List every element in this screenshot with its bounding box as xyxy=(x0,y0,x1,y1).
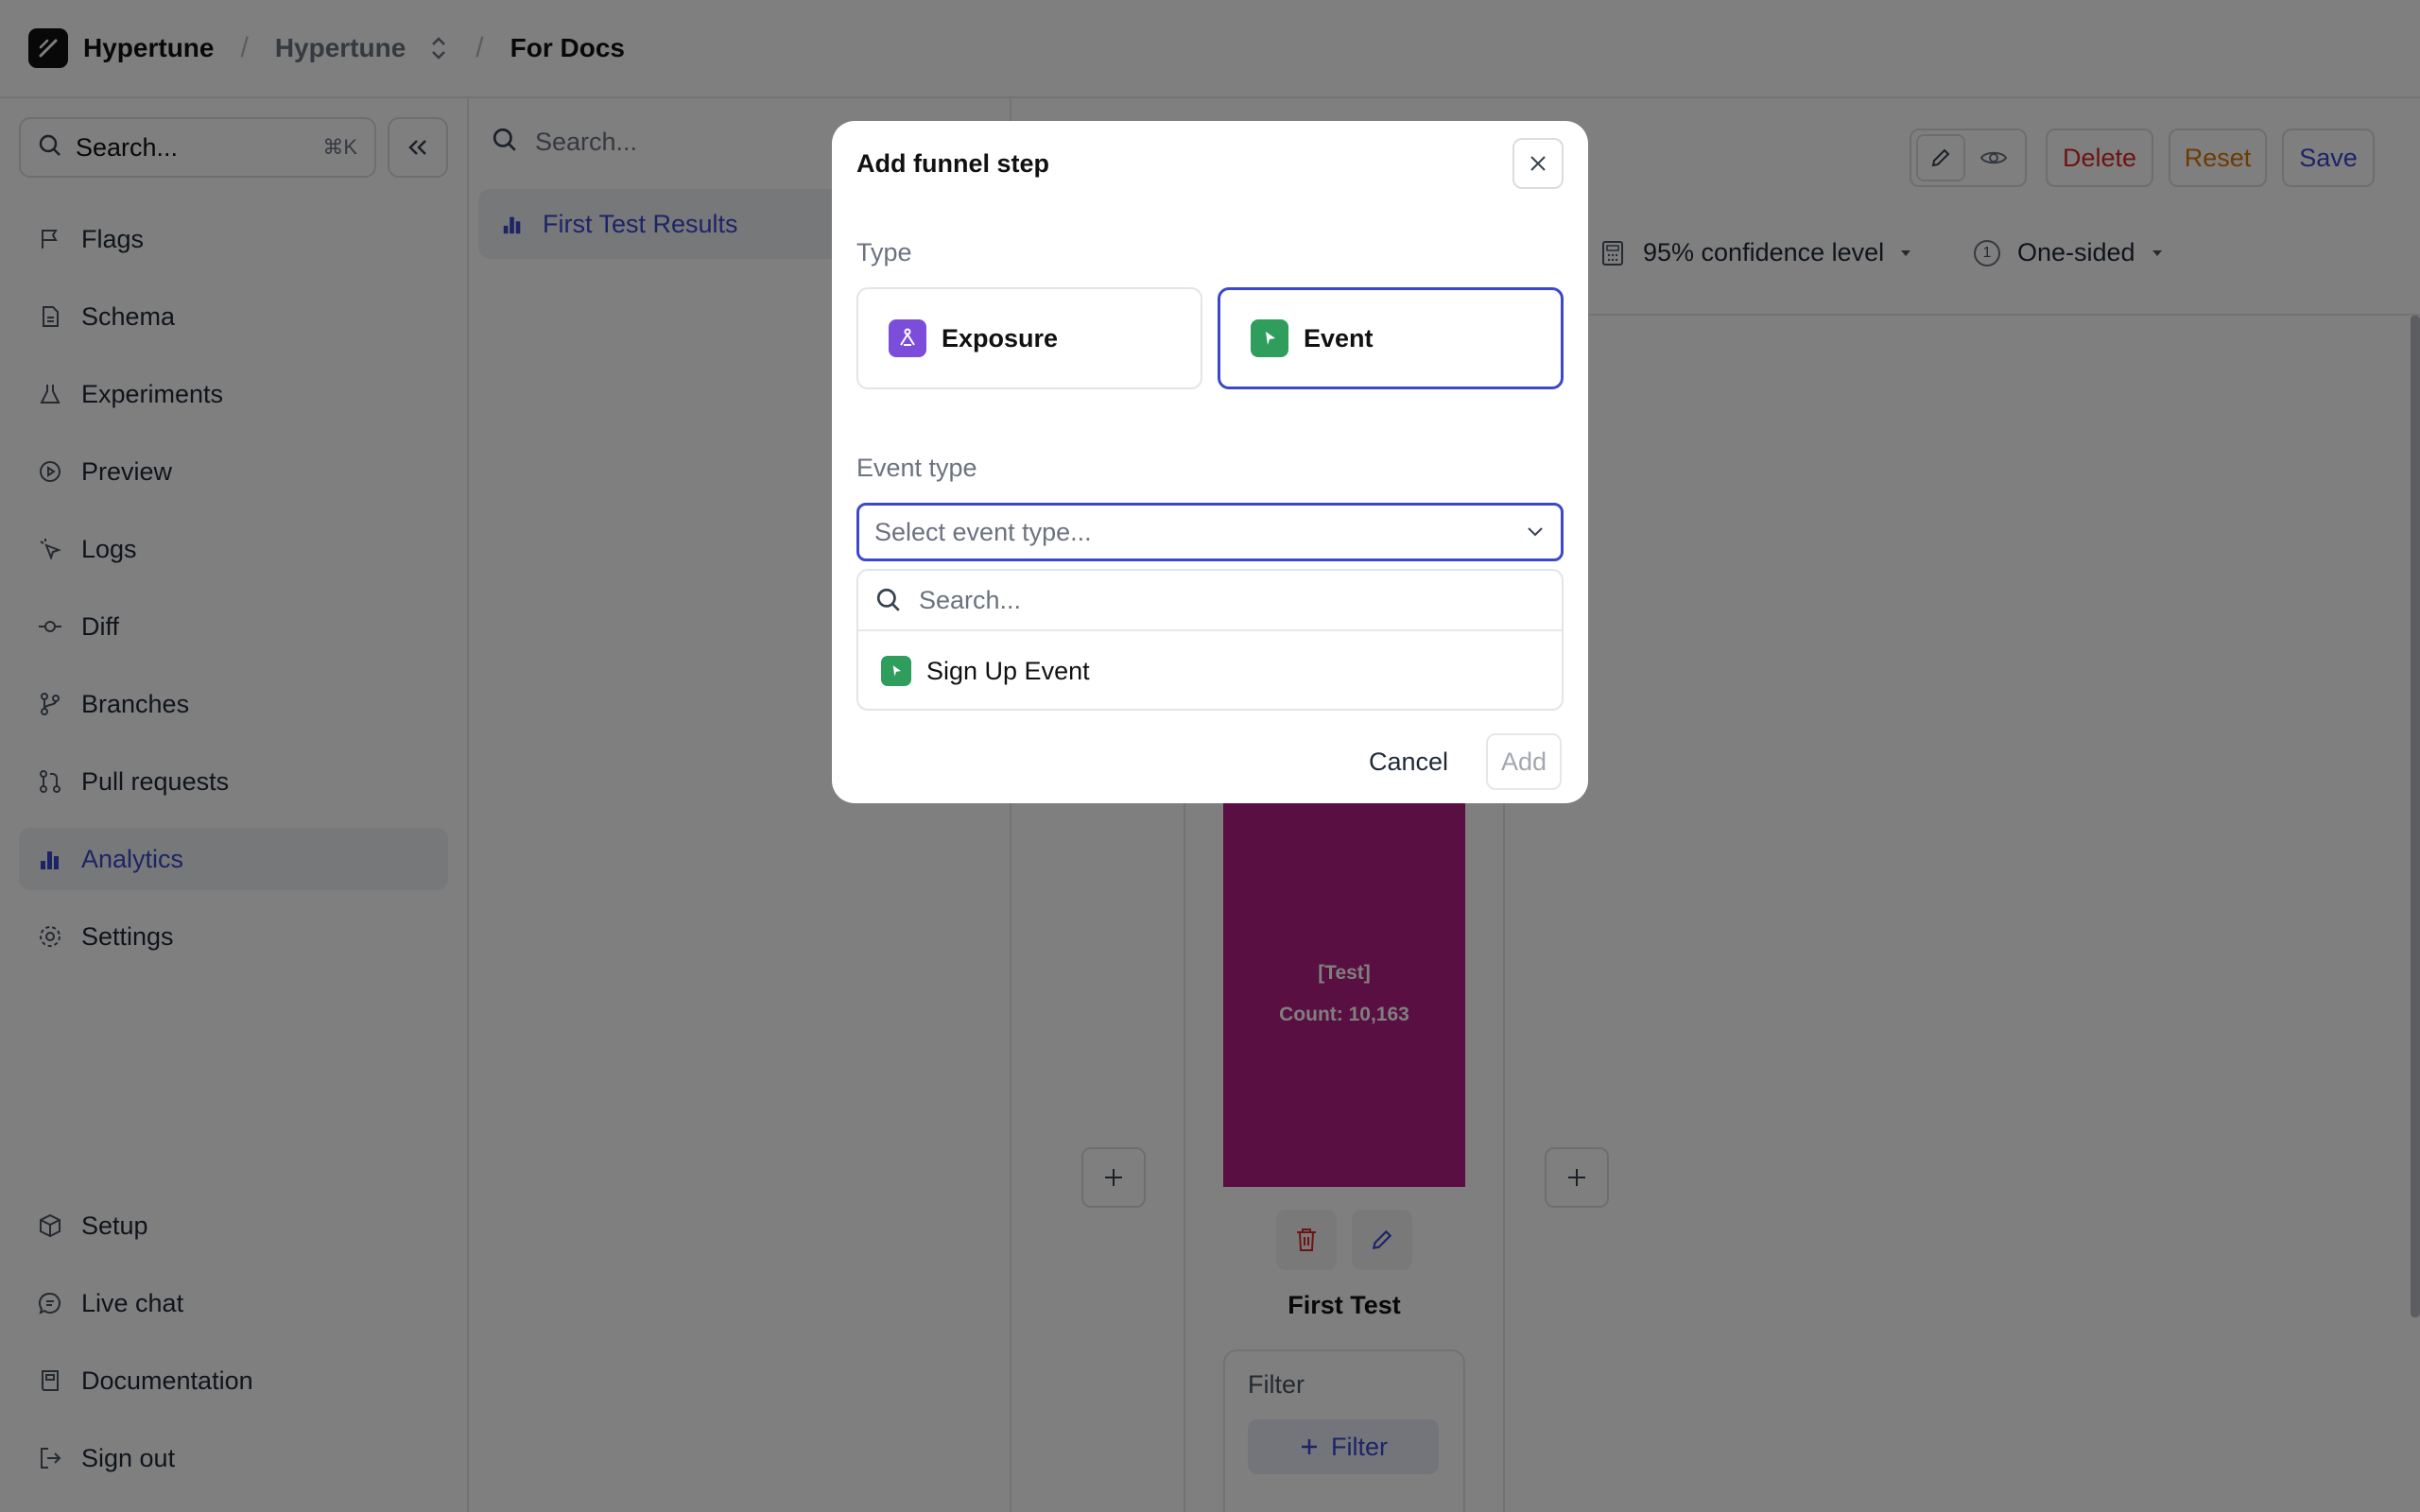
event-type-select[interactable]: Select event type... xyxy=(856,503,1564,561)
cancel-button[interactable]: Cancel xyxy=(1369,735,1448,788)
dropdown-search-placeholder: Search... xyxy=(919,585,1022,614)
chevron-down-icon xyxy=(1525,525,1546,539)
search-icon xyxy=(875,587,902,613)
add-button[interactable]: Add xyxy=(1486,733,1562,790)
close-button[interactable] xyxy=(1512,138,1564,189)
event-icon xyxy=(881,656,911,686)
add-funnel-step-dialog: Add funnel step Type Exposure Event Even… xyxy=(832,121,1588,803)
type-option-label: Exposure xyxy=(942,323,1059,352)
type-option-label: Event xyxy=(1304,323,1374,352)
event-icon xyxy=(1251,319,1288,357)
type-label: Type xyxy=(856,238,912,266)
option-label: Sign Up Event xyxy=(926,656,1090,685)
event-type-label: Event type xyxy=(856,454,977,482)
event-type-select-value: Select event type... xyxy=(874,517,1092,546)
option-sign-up-event[interactable]: Sign Up Event xyxy=(858,631,1562,711)
type-option-exposure[interactable]: Exposure xyxy=(856,287,1202,389)
event-type-dropdown: Search... Sign Up Event xyxy=(856,569,1564,711)
close-icon xyxy=(1530,156,1546,171)
dropdown-search-input[interactable]: Search... xyxy=(858,571,1562,631)
type-option-event[interactable]: Event xyxy=(1218,287,1564,389)
exposure-icon xyxy=(889,319,926,357)
dialog-title: Add funnel step xyxy=(856,149,1049,178)
